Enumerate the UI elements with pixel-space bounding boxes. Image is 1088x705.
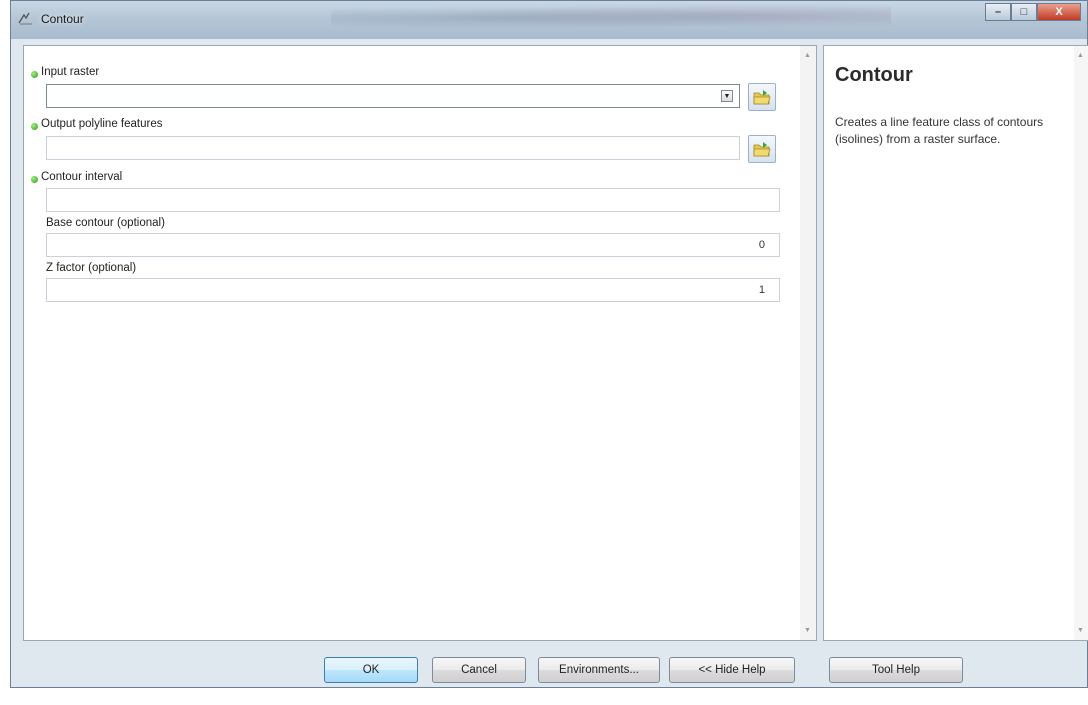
environments-button[interactable]: Environments... [538,657,660,683]
contour-interval-field[interactable] [46,188,780,212]
window-title: Contour [41,12,84,26]
input-raster-browse-button[interactable] [748,83,776,111]
help-description: Creates a line feature class of contours… [835,115,1044,146]
browse-folder-icon [753,142,771,157]
minimize-button[interactable]: – [985,3,1011,21]
chevron-down-icon[interactable]: ▼ [721,90,733,102]
parameters-panel: Input raster ▼ Output polyline features [23,45,817,641]
input-raster-field[interactable]: ▼ [46,84,740,108]
contour-dialog: Contour – □ X Input raster ▼ Output poly… [10,0,1088,688]
tool-help-button[interactable]: Tool Help [829,657,963,683]
z-factor-label: Z factor (optional) [46,262,137,274]
base-contour-label: Base contour (optional) [46,217,165,229]
help-panel: Contour Creates a line feature class of … [823,45,1088,641]
maximize-button[interactable]: □ [1011,3,1037,21]
input-raster-label: Input raster [41,66,100,78]
help-scrollbar[interactable]: ▲ ▼ [1074,46,1088,640]
contour-tool-icon [18,12,32,25]
title-bar[interactable]: Contour – □ X [11,1,1087,39]
required-dot-icon [31,176,38,183]
output-polyline-label: Output polyline features [41,118,163,130]
z-factor-field[interactable]: 1 [46,278,780,302]
scroll-down-icon[interactable]: ▼ [1077,627,1084,634]
scroll-up-icon[interactable]: ▲ [1077,52,1084,59]
output-polyline-field[interactable] [46,136,740,160]
scroll-down-icon[interactable]: ▼ [804,627,811,634]
close-button[interactable]: X [1037,3,1081,21]
output-polyline-browse-button[interactable] [748,135,776,163]
window-controls: – □ X [985,3,1081,23]
parameters-scrollbar[interactable]: ▲ ▼ [800,46,816,640]
ok-button[interactable]: OK [324,657,418,683]
contour-interval-label: Contour interval [41,171,123,183]
browse-folder-icon [753,90,771,105]
button-bar: OK Cancel Environments... << Hide Help T… [11,645,1087,687]
required-dot-icon [31,71,38,78]
hide-help-button[interactable]: << Hide Help [669,657,795,683]
base-contour-field[interactable]: 0 [46,233,780,257]
scroll-up-icon[interactable]: ▲ [804,52,811,59]
cancel-button[interactable]: Cancel [432,657,526,683]
help-title: Contour [835,64,913,86]
required-dot-icon [31,123,38,130]
